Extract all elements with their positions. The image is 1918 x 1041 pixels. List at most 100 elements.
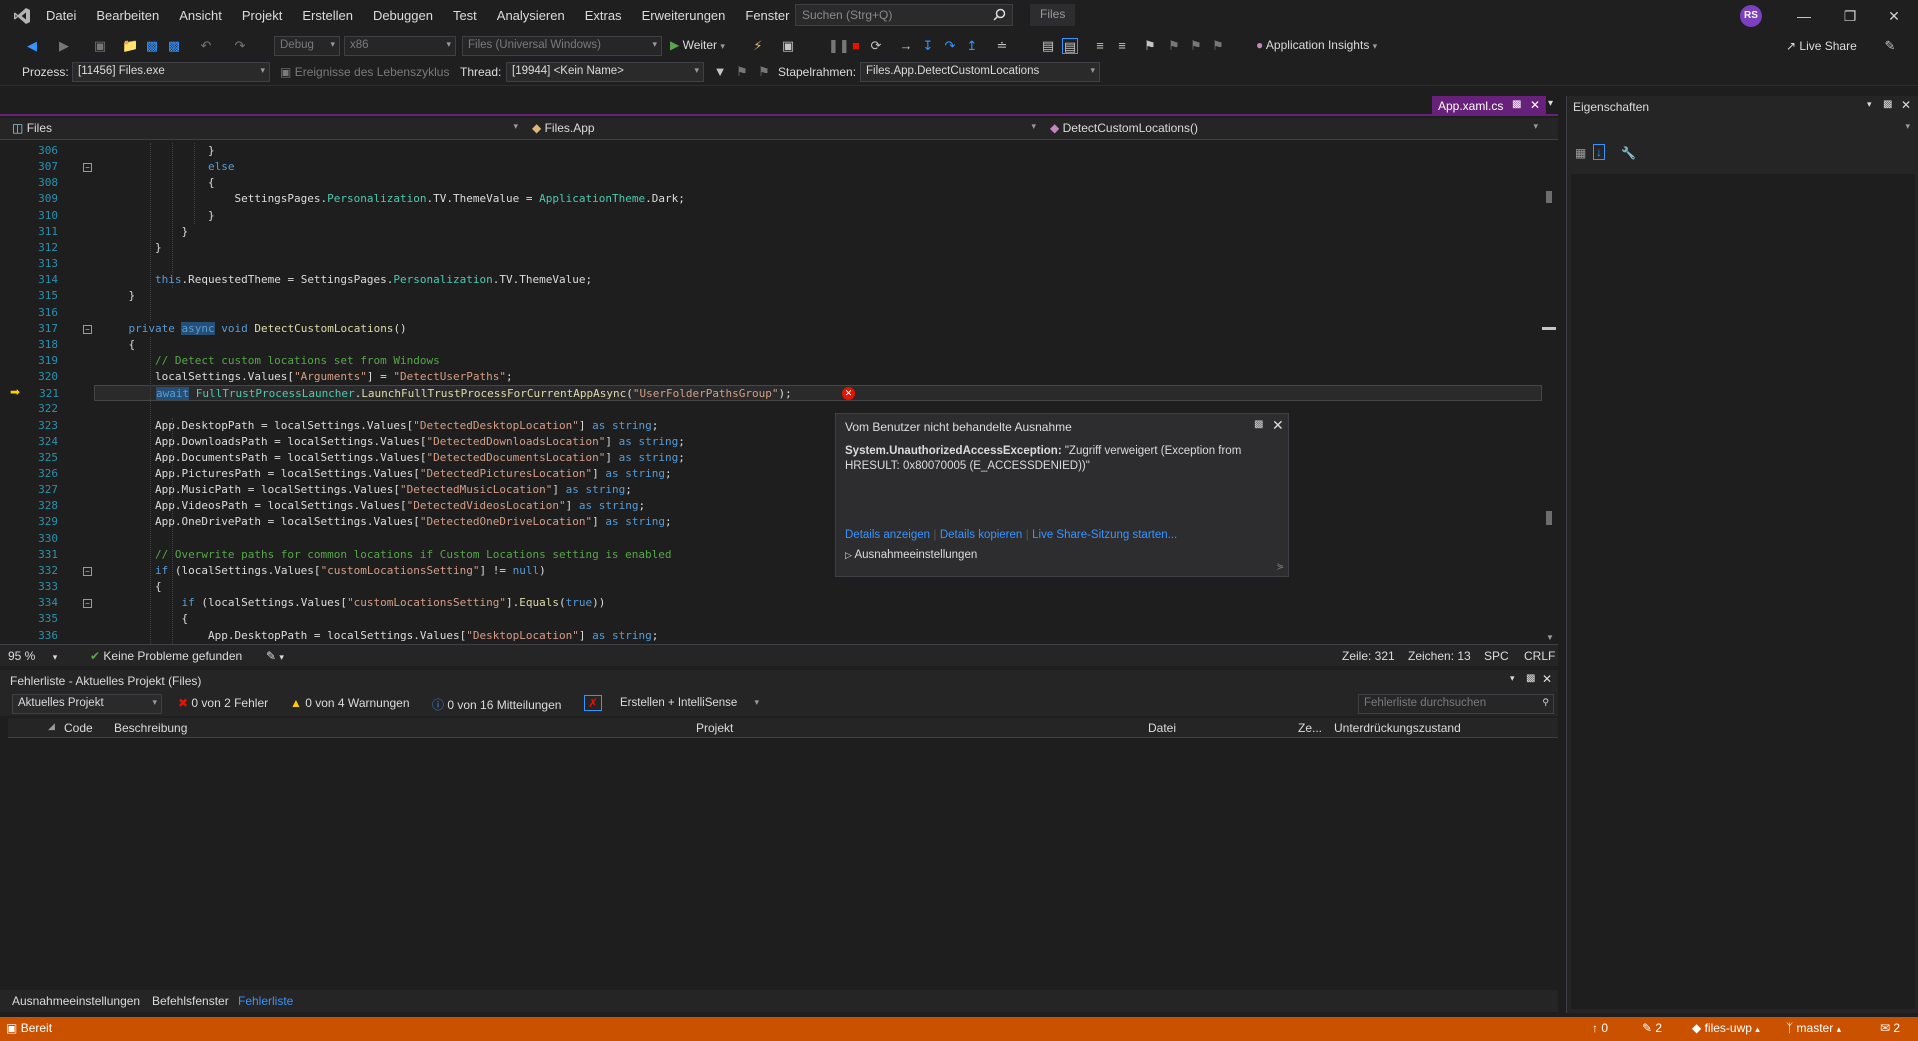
code-line[interactable]: 335 { [0,611,1540,627]
undo-icon[interactable]: ↶ [198,38,214,54]
startup-project-dropdown[interactable]: Files (Universal Windows) ▾ [462,36,662,56]
menu-item-debuggen[interactable]: Debuggen [363,0,443,32]
flag-icon[interactable]: ⚑ [734,64,750,80]
project-dropdown[interactable]: ◫ Files ▾ [8,120,522,138]
code-line[interactable]: 319 // Detect custom locations set from … [0,353,1540,369]
menu-item-extras[interactable]: Extras [575,0,632,32]
collapse-icon[interactable]: − [83,566,92,576]
toggle-pane-icon[interactable]: ▤ [1062,38,1078,54]
scroll-thumb[interactable] [1546,191,1552,203]
save-all-icon[interactable]: ▩ [166,38,182,54]
code-line[interactable]: 306 } [0,143,1540,159]
menu-item-fenster[interactable]: Fenster [735,0,799,32]
pin-icon[interactable]: ▩ [1254,419,1263,430]
feedback-icon[interactable]: ✎ [1882,38,1898,54]
code-line[interactable]: 323 App.DesktopPath = localSettings.Valu… [0,418,1540,434]
restart-icon[interactable]: ⟳ [868,38,884,54]
back-icon[interactable]: ◀ [24,38,40,54]
new-project-icon[interactable]: ▣ [92,38,108,54]
restore-icon[interactable]: ❐ [1830,5,1870,27]
column-file[interactable]: Datei [1148,721,1176,735]
close-popup-icon[interactable]: ✕ [1272,417,1284,434]
line-ending-indicator[interactable]: CRLF [1524,649,1555,663]
tab-exception-settings[interactable]: Ausnahmeeinstellungen [12,994,140,1008]
outdent-icon[interactable]: ≡ [1114,38,1130,54]
menu-item-projekt[interactable]: Projekt [232,0,292,32]
column-code[interactable]: Code [64,721,93,735]
code-line[interactable]: 308 { [0,175,1540,191]
window-position-icon[interactable]: ▾ [1510,673,1515,684]
forward-icon[interactable]: ▶ [56,38,72,54]
stop-icon[interactable]: ■ [848,38,864,54]
hex-display-icon[interactable]: ≐ [994,38,1010,54]
menu-item-erstellen[interactable]: Erstellen [292,0,363,32]
zoom-dropdown[interactable]: 95 % ▾ [8,649,57,663]
exception-settings-expander[interactable]: ▷ Ausnahmeeinstellungen [845,549,977,561]
messages-filter-button[interactable]: ⓘ 0 von 16 Mitteilungen [432,696,561,713]
config-dropdown[interactable]: Debug ▾ [274,36,340,56]
pending-changes[interactable]: ✎ 2 [1642,1021,1662,1035]
tab-overflow-icon[interactable]: ▾ [1548,98,1553,109]
menu-item-analysieren[interactable]: Analysieren [487,0,575,32]
errors-filter-button[interactable]: ✖ 0 von 2 Fehler [178,696,268,710]
code-line[interactable]: 331 // Overwrite paths for common locati… [0,547,1540,563]
code-line[interactable]: 318 { [0,337,1540,353]
indent-icon[interactable]: ≡ [1092,38,1108,54]
close-panel-icon[interactable]: ✕ [1901,98,1911,112]
copy-details-link[interactable]: Details kopieren [940,529,1022,541]
live-share-session-link[interactable]: Live Share-Sitzung starten... [1032,529,1177,541]
error-list-search-input[interactable]: Fehlerliste durchsuchen ⚲ [1358,694,1554,714]
whitespace-indicator[interactable]: SPC [1484,649,1509,663]
close-tab-icon[interactable]: ✕ [1530,98,1540,112]
code-line[interactable]: 311 } [0,224,1540,240]
warnings-filter-button[interactable]: ▲ 0 von 4 Warnungen [290,696,410,710]
code-line[interactable]: 307 else [0,159,1540,175]
code-line[interactable]: 332 if (localSettings.Values["customLoca… [0,563,1540,579]
continue-button[interactable]: ▶ Weiter ▾ [670,38,725,52]
hot-reload-icon[interactable]: ⚡ [750,38,766,54]
code-line[interactable]: 322 [0,401,1540,417]
filter-icon[interactable]: ▼ [712,64,728,80]
categorized-icon[interactable]: ▦ [1575,146,1586,160]
property-pages-icon[interactable]: 🔧 [1621,146,1636,160]
bookmark-icon[interactable]: ⚑ [1142,38,1158,54]
code-line[interactable]: 315 } [0,288,1540,304]
code-line[interactable]: 321 await FullTrustProcessLauncher.Launc… [39,385,1542,402]
save-icon[interactable]: ▩ [144,38,160,54]
unpushed-commits[interactable]: ↑ 0 [1592,1021,1608,1035]
alphabetical-icon[interactable]: ↓ [1593,144,1605,160]
code-line[interactable]: 325 App.DocumentsPath = localSettings.Va… [0,450,1540,466]
build-filter-dropdown[interactable]: Erstellen + IntelliSense ▾ [614,694,764,714]
next-bookmark-icon[interactable]: ⚑ [1188,38,1204,54]
menu-item-erweiterungen[interactable]: Erweiterungen [632,0,736,32]
close-panel-icon[interactable]: ✕ [1542,672,1552,686]
pause-icon[interactable]: ❚❚ [828,38,850,54]
collapse-icon[interactable]: − [83,324,92,334]
code-cleanup-icon[interactable]: ✎ ▾ [266,649,284,663]
code-line[interactable]: 330 [0,531,1540,547]
tab-command-window[interactable]: Befehlsfenster [152,994,229,1008]
tab-app-xaml-cs[interactable]: App.xaml.cs ▩ ✕ [1432,96,1546,116]
thread-dropdown[interactable]: [19944] <Kein Name> ▾ [506,62,704,82]
code-line[interactable]: 336 App.DesktopPath = localSettings.Valu… [0,628,1540,644]
type-dropdown[interactable]: ◆ Files.App ▾ [528,120,1040,138]
code-line[interactable]: 327 App.MusicPath = localSettings.Values… [0,482,1540,498]
code-line[interactable]: 320 localSettings.Values["Arguments"] = … [0,369,1540,385]
repository-selector[interactable]: ◆ files-uwp ▴ [1692,1021,1760,1035]
avatar[interactable]: RS [1740,5,1762,27]
minimize-icon[interactable]: — [1784,5,1824,27]
pin-icon[interactable]: ▩ [1512,99,1521,110]
platform-dropdown[interactable]: x86 ▾ [344,36,456,56]
notifications[interactable]: ✉ 2 [1880,1021,1900,1035]
details-link[interactable]: Details anzeigen [845,529,930,541]
scope-dropdown[interactable]: Aktuelles Projekt ▾ [12,694,162,714]
column-line[interactable]: Ze... [1298,721,1322,735]
open-folder-icon[interactable]: 📁 [122,38,138,54]
build-filter-icon[interactable]: ✗ [584,695,603,711]
scroll-down-icon[interactable]: ▼ [1546,633,1554,642]
properties-object-dropdown[interactable]: ▾ [1571,118,1915,138]
window-position-icon[interactable]: ▾ [1867,99,1872,110]
pin-icon[interactable]: ▩ [1526,673,1535,684]
menu-item-bearbeiten[interactable]: Bearbeiten [86,0,169,32]
code-line[interactable]: 328 App.VideosPath = localSettings.Value… [0,498,1540,514]
